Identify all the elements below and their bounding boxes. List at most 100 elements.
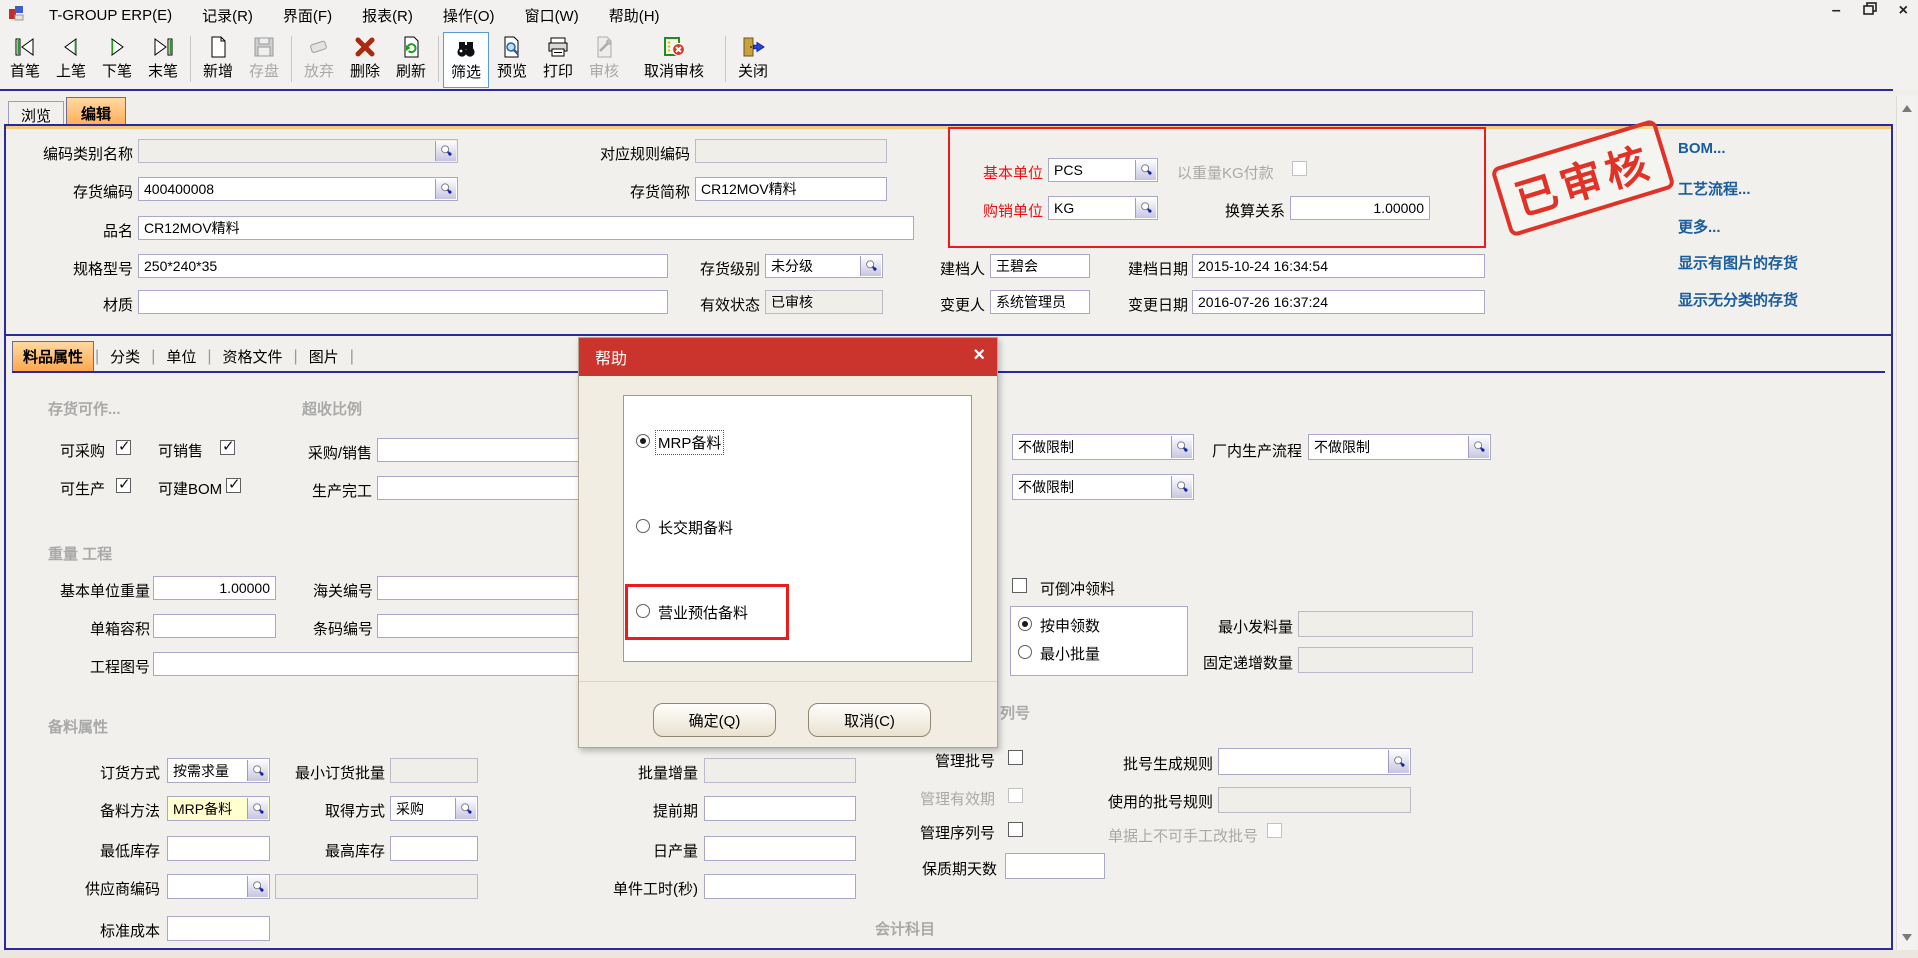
mrp-prep-radio[interactable] bbox=[636, 434, 650, 448]
scroll-up-icon[interactable] bbox=[1900, 102, 1914, 116]
first-record-button[interactable]: 首笔 bbox=[2, 32, 48, 88]
last-record-button[interactable]: 末笔 bbox=[140, 32, 186, 88]
lookup-icon[interactable] bbox=[1171, 476, 1192, 498]
tab-qualification-files[interactable]: 资格文件 bbox=[213, 342, 293, 371]
menu-operation[interactable]: 操作(O) bbox=[428, 1, 510, 30]
order-mode-dropdown[interactable]: 按需求量 bbox=[167, 758, 270, 783]
print-button[interactable]: 打印 bbox=[535, 32, 581, 88]
lookup-icon[interactable] bbox=[860, 256, 881, 276]
level-input[interactable]: 未分级 bbox=[765, 254, 883, 278]
production-done-input[interactable] bbox=[377, 476, 600, 500]
purchase-sale-ratio-input[interactable] bbox=[377, 438, 600, 462]
tab-item-properties[interactable]: 料品属性 bbox=[12, 341, 94, 371]
help-dialog-titlebar[interactable]: 帮助 bbox=[579, 338, 997, 376]
item-abbr-input[interactable]: CR12MOV精料 bbox=[695, 177, 887, 201]
min-batch-radio[interactable] bbox=[1018, 645, 1032, 659]
limit-dropdown-2[interactable]: 不做限制 bbox=[1012, 474, 1194, 500]
dialog-ok-button[interactable]: 确定(Q) bbox=[653, 703, 776, 737]
min-order-qty-label: 最小订货批量 bbox=[285, 762, 385, 783]
mrp-prep-label[interactable]: MRP备料 bbox=[655, 430, 724, 455]
manage-serial-checkbox[interactable] bbox=[1008, 822, 1023, 837]
scroll-down-icon[interactable] bbox=[1900, 930, 1914, 944]
cancel-audit-button[interactable]: 取消审核 bbox=[627, 32, 721, 88]
restore-button[interactable] bbox=[1863, 2, 1877, 20]
tab-unit[interactable]: 单位 bbox=[156, 342, 206, 371]
prep-method-dropdown[interactable]: MRP备料 bbox=[167, 796, 270, 821]
preview-button[interactable]: 预览 bbox=[489, 32, 535, 88]
unit-time-input[interactable] bbox=[704, 874, 856, 899]
long-cycle-label[interactable]: 长交期备料 bbox=[658, 517, 733, 538]
factory-flow-dropdown[interactable]: 不做限制 bbox=[1308, 434, 1491, 460]
manage-batch-checkbox[interactable] bbox=[1008, 750, 1023, 765]
dialog-close-icon[interactable]: × bbox=[973, 344, 985, 367]
menu-report[interactable]: 报表(R) bbox=[347, 1, 428, 30]
item-code-input[interactable]: 400400008 bbox=[138, 177, 458, 201]
filter-label: 筛选 bbox=[451, 61, 481, 82]
close-button[interactable]: 关闭 bbox=[730, 32, 776, 88]
prev-record-button[interactable]: 上笔 bbox=[48, 32, 94, 88]
lookup-icon[interactable] bbox=[1171, 436, 1192, 458]
min-stock-input[interactable] bbox=[167, 836, 270, 861]
long-cycle-radio[interactable] bbox=[636, 519, 650, 533]
producible-checkbox[interactable] bbox=[116, 478, 131, 493]
section-over-receipt: 超收比例 bbox=[302, 398, 362, 419]
lead-time-input[interactable] bbox=[704, 796, 856, 821]
material-input[interactable] bbox=[138, 290, 668, 314]
manage-batch-label: 管理批号 bbox=[935, 750, 995, 771]
lookup-icon[interactable] bbox=[455, 798, 476, 819]
shelf-days-input[interactable] bbox=[1005, 853, 1105, 879]
link-more[interactable]: 更多... bbox=[1678, 216, 1721, 237]
minimize-button[interactable]: – bbox=[1832, 2, 1841, 20]
filter-button[interactable]: 筛选 bbox=[443, 32, 489, 88]
sellable-checkbox[interactable] bbox=[220, 440, 235, 455]
supplier-code-input[interactable] bbox=[167, 874, 270, 899]
max-stock-input[interactable] bbox=[390, 836, 478, 861]
lookup-icon[interactable] bbox=[435, 179, 456, 199]
section-usable-as: 存货可作... bbox=[48, 398, 121, 419]
batch-rule-dropdown[interactable] bbox=[1218, 748, 1411, 775]
bom-allowed-checkbox[interactable] bbox=[226, 478, 241, 493]
lookup-icon[interactable] bbox=[1468, 436, 1489, 458]
by-application-radio[interactable] bbox=[1018, 617, 1032, 631]
menu-interface[interactable]: 界面(F) bbox=[268, 1, 347, 30]
lookup-icon[interactable] bbox=[435, 141, 456, 161]
link-bom[interactable]: BOM... bbox=[1678, 140, 1726, 157]
menu-app[interactable]: T-GROUP ERP(E) bbox=[34, 3, 187, 28]
menu-help[interactable]: 帮助(H) bbox=[594, 1, 675, 30]
vertical-scrollbar[interactable] bbox=[1896, 96, 1917, 950]
min-issue-input bbox=[1298, 611, 1473, 637]
item-name-input[interactable]: CR12MOV精料 bbox=[138, 216, 914, 240]
modifier-input: 系统管理员 bbox=[990, 290, 1090, 314]
acquire-mode-dropdown[interactable]: 采购 bbox=[390, 796, 478, 821]
base-unit-weight-input[interactable]: 1.00000 bbox=[153, 576, 276, 600]
limit-dropdown-1[interactable]: 不做限制 bbox=[1012, 434, 1194, 460]
tab-images[interactable]: 图片 bbox=[299, 342, 349, 371]
backflush-checkbox[interactable] bbox=[1012, 578, 1027, 593]
box-volume-input[interactable] bbox=[153, 614, 276, 638]
lookup-icon[interactable] bbox=[1388, 750, 1409, 773]
new-button[interactable]: 新增 bbox=[195, 32, 241, 88]
base-unit-weight-label: 基本单位重量 bbox=[40, 580, 150, 601]
lookup-icon[interactable] bbox=[247, 876, 268, 897]
tab-classification[interactable]: 分类 bbox=[100, 342, 150, 371]
link-show-with-images[interactable]: 显示有图片的存货 bbox=[1678, 252, 1798, 273]
customs-code-input[interactable] bbox=[377, 576, 600, 600]
link-process-flow[interactable]: 工艺流程... bbox=[1678, 178, 1751, 199]
delete-button[interactable]: 删除 bbox=[342, 32, 388, 88]
coding-class-input[interactable] bbox=[138, 139, 458, 163]
barcode-input[interactable] bbox=[377, 614, 600, 638]
dialog-cancel-button[interactable]: 取消(C) bbox=[808, 703, 931, 737]
daily-output-input[interactable] bbox=[704, 836, 856, 861]
close-window-button[interactable]: × bbox=[1899, 2, 1908, 20]
menu-record[interactable]: 记录(R) bbox=[187, 1, 268, 30]
menu-window[interactable]: 窗口(W) bbox=[510, 1, 594, 30]
spec-input[interactable]: 250*240*35 bbox=[138, 254, 668, 278]
next-record-button[interactable]: 下笔 bbox=[94, 32, 140, 88]
lookup-icon[interactable] bbox=[247, 760, 268, 781]
link-show-unclassified[interactable]: 显示无分类的存货 bbox=[1678, 289, 1798, 310]
purchasable-checkbox[interactable] bbox=[116, 440, 131, 455]
std-cost-input[interactable] bbox=[167, 916, 270, 941]
refresh-button[interactable]: 刷新 bbox=[388, 32, 434, 88]
drawing-no-input[interactable] bbox=[153, 652, 600, 676]
lookup-icon[interactable] bbox=[247, 798, 268, 819]
